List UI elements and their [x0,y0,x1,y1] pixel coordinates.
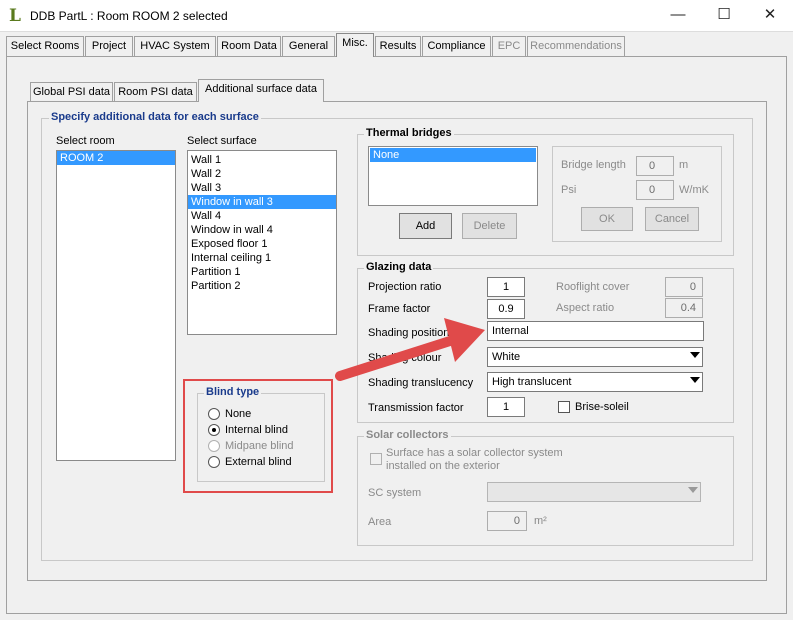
tab-misc[interactable]: Misc. [336,33,374,57]
tab-additional-surface-data[interactable]: Additional surface data [198,79,324,102]
annotation-arrow-icon [335,318,485,381]
